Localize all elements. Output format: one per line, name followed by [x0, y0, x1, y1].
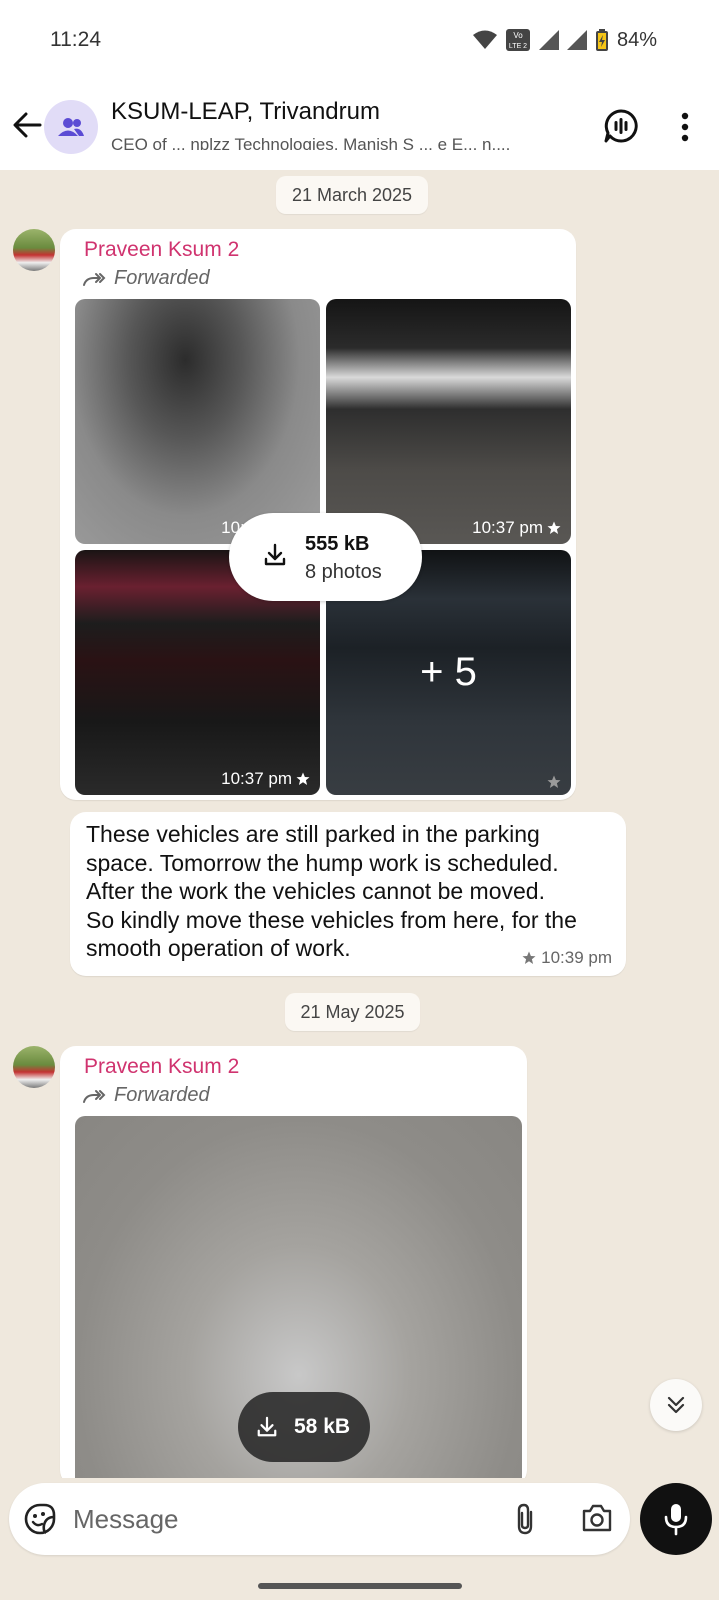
forwarded-text: Forwarded	[114, 1084, 210, 1106]
message-line: After the work the vehicles cannot be mo…	[86, 878, 545, 904]
battery-percent: 84%	[616, 28, 657, 51]
chat-title[interactable]: KSUM-LEAP, Trivandrum	[111, 98, 380, 126]
signal-icon-2	[566, 30, 587, 50]
svg-text:LTE 2: LTE 2	[509, 43, 527, 50]
star-icon	[296, 772, 310, 785]
wifi-icon	[472, 30, 497, 49]
date-separator: 21 March 2025	[276, 176, 428, 214]
text-message-bubble[interactable]: These vehicles are still parked in the p…	[70, 812, 626, 976]
gesture-handle[interactable]	[258, 1583, 462, 1589]
download-photo-button[interactable]: 58 kB	[238, 1392, 370, 1462]
group-avatar[interactable]	[44, 100, 98, 154]
download-size: 555 kB	[305, 533, 370, 555]
photo-thumbnail[interactable]: 10:37 pm	[326, 299, 571, 544]
photo-time: 10:37 pm	[472, 518, 543, 537]
message-text: These vehicles are still parked in the p…	[86, 820, 577, 963]
chat-area[interactable]: 21 March 2025 Praveen Ksum 2 Forwarded 1…	[0, 170, 719, 1478]
message-time: 10:39 pm	[541, 948, 612, 967]
download-size: 58 kB	[294, 1415, 351, 1438]
forwarded-label: Forwarded	[82, 267, 210, 290]
navigation-bar	[0, 1562, 719, 1600]
photo-timestamp: 10:37 pm	[472, 518, 561, 538]
star-icon	[522, 951, 536, 964]
avatar[interactable]	[13, 229, 55, 271]
message-line: These vehicles are still parked in the p…	[86, 821, 540, 847]
camera-icon[interactable]	[581, 1503, 613, 1533]
photo-timestamp	[547, 775, 561, 789]
star-icon	[547, 521, 561, 534]
voice-chat-icon[interactable]	[603, 108, 639, 144]
message-line: space. Tomorrow the hump work is schedul…	[86, 849, 559, 876]
message-line: smooth operation of work.	[86, 935, 351, 961]
status-time: 11:24	[50, 28, 101, 51]
photo-thumbnail[interactable]: 10:37 pm	[75, 299, 320, 544]
sender-name[interactable]: Praveen Ksum 2	[84, 1055, 239, 1079]
message-line: So kindly move these vehicles from here,…	[86, 906, 577, 933]
forwarded-label: Forwarded	[82, 1084, 210, 1107]
message-timestamp: 10:39 pm	[522, 948, 612, 968]
status-icons: Vo LTE 2 84%	[472, 28, 657, 52]
message-composer	[9, 1483, 630, 1555]
download-photos-button[interactable]: 555 kB 8 photos	[229, 513, 422, 601]
more-vert-icon[interactable]	[670, 110, 700, 144]
sender-name[interactable]: Praveen Ksum 2	[84, 238, 239, 262]
svg-text:Vo: Vo	[513, 31, 523, 40]
volte-icon: Vo LTE 2	[505, 29, 530, 51]
message-input[interactable]	[73, 1497, 493, 1541]
back-arrow-icon[interactable]	[10, 108, 44, 142]
attach-icon[interactable]	[514, 1503, 536, 1535]
chat-subtitle[interactable]: CEO of ... nplzz Technologies, Manish S …	[111, 132, 571, 150]
forward-icon	[83, 272, 106, 286]
mic-icon	[664, 1504, 688, 1536]
status-bar: 11:24 Vo LTE 2 84%	[0, 0, 719, 82]
chat-header: KSUM-LEAP, Trivandrum CEO of ... nplzz T…	[0, 82, 719, 170]
date-separator: 21 May 2025	[285, 993, 420, 1031]
download-icon	[264, 543, 286, 566]
mic-button[interactable]	[640, 1483, 712, 1555]
forwarded-text: Forwarded	[114, 267, 210, 289]
emoji-icon[interactable]	[24, 1503, 56, 1535]
download-icon	[257, 1416, 277, 1437]
star-icon	[547, 775, 561, 788]
group-icon	[58, 118, 84, 136]
signal-icon	[538, 30, 559, 50]
photo-time: 10:37 pm	[221, 769, 292, 788]
chevron-double-down-icon	[667, 1396, 685, 1414]
forward-icon	[83, 1089, 106, 1103]
photo-count: 8 photos	[305, 561, 382, 583]
photo-timestamp: 10:37 pm	[221, 769, 310, 789]
avatar[interactable]	[13, 1046, 55, 1088]
battery-icon	[595, 29, 608, 51]
scroll-to-bottom-button[interactable]	[650, 1379, 702, 1431]
